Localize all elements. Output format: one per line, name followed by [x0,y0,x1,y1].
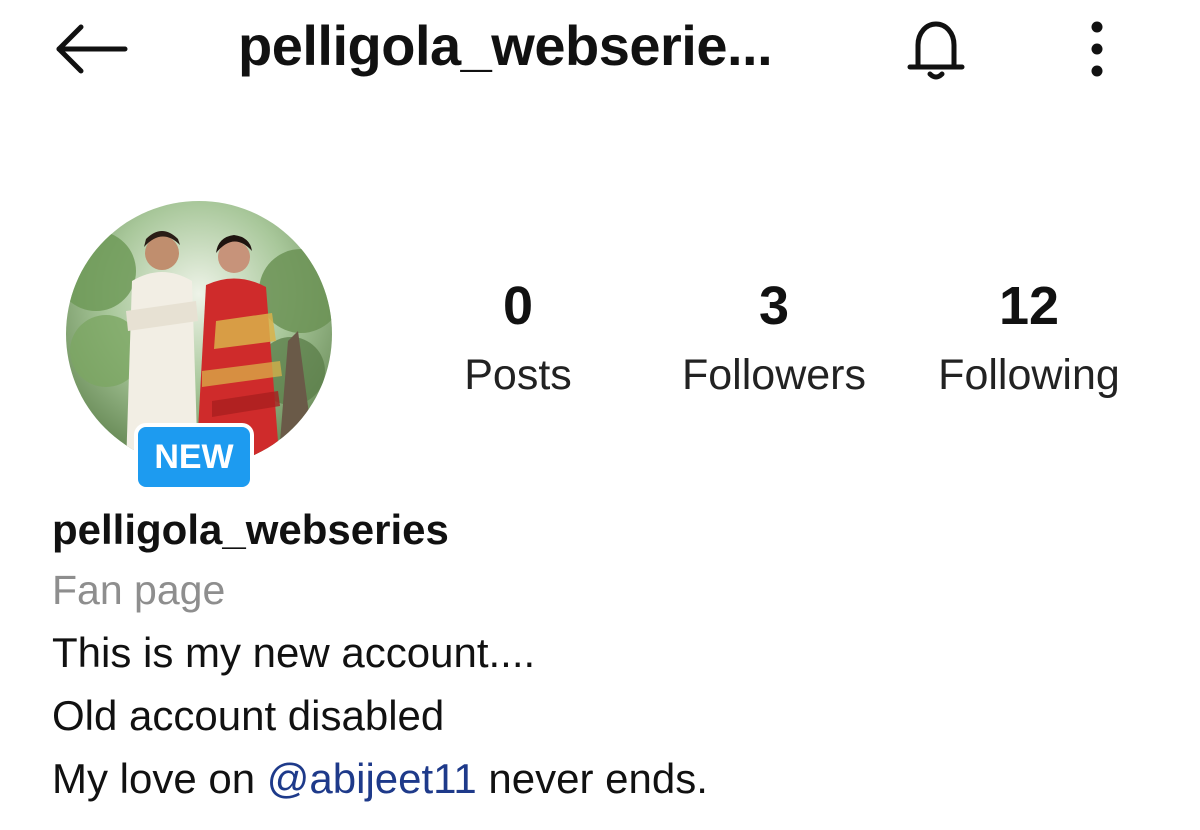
bio-text: never ends. [476,755,708,802]
stat-following[interactable]: 12 Following [909,270,1149,408]
following-label: Following [938,351,1120,399]
page-title: pelligola_webserie... [238,14,773,77]
posts-count: 0 [502,276,534,336]
bell-icon [907,21,965,80]
more-vertical-icon [1091,21,1103,77]
bio-line: My love on @abijeet11 never ends. [52,748,708,810]
stat-posts[interactable]: 0 Posts [398,270,638,408]
bio-line: Old account disabled [52,692,445,739]
new-badge-label: NEW [138,427,250,487]
back-button[interactable] [48,16,134,82]
mention-link[interactable]: @abijeet11 [267,755,477,802]
following-count: 12 [998,276,1060,336]
posts-label: Posts [464,351,572,399]
new-badge: NEW [134,423,254,491]
bio-text: My love on [52,755,267,802]
more-options-button[interactable] [1074,12,1120,86]
followers-label: Followers [682,351,866,399]
notifications-button[interactable] [894,12,978,86]
arrow-left-icon [56,24,128,74]
bio-line: This is my new account.... [52,629,536,676]
stat-followers[interactable]: 3 Followers [654,270,894,408]
followers-count: 3 [758,276,790,336]
profile-name: pelligola_webseries [52,506,449,553]
profile-category: Fan page [52,567,226,613]
